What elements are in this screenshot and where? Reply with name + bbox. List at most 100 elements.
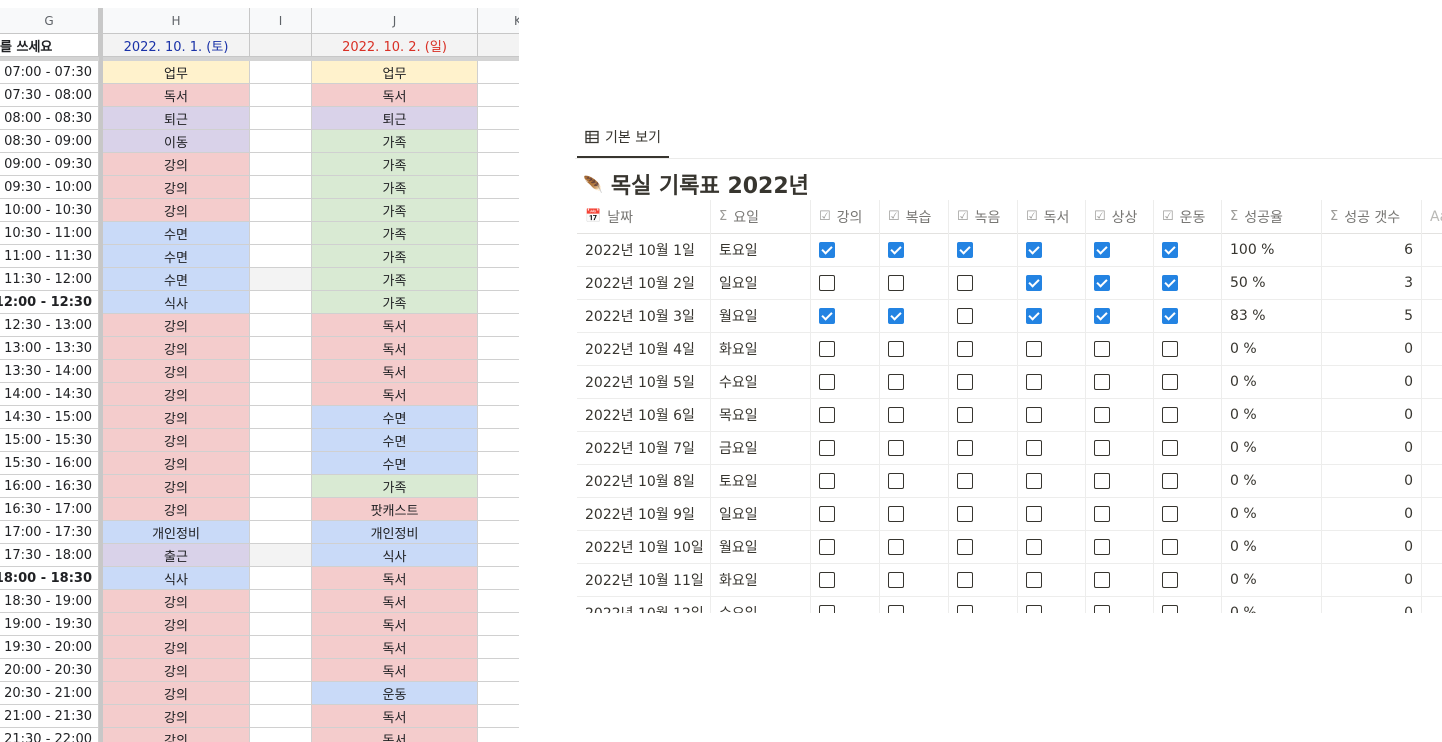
empty-cell-i[interactable] [250, 245, 312, 268]
activity-cell-h[interactable]: 강의 [103, 383, 250, 406]
empty-cell-k[interactable] [478, 544, 519, 567]
checkbox-unchecked[interactable] [1026, 505, 1042, 522]
empty-cell-i[interactable] [250, 590, 312, 613]
weekday-cell[interactable]: 수요일 [711, 596, 811, 613]
empty-cell-i[interactable] [250, 429, 312, 452]
activity-cell-j[interactable]: 수면 [312, 429, 478, 452]
date-cell[interactable]: 2022년 10월 11일 [577, 563, 711, 596]
empty-cell-k[interactable] [478, 199, 519, 222]
success-rate-cell[interactable]: 0 % [1222, 431, 1322, 464]
empty-cell-i[interactable] [250, 107, 312, 130]
empty-cell-i[interactable] [250, 360, 312, 383]
checkbox-cell[interactable] [949, 563, 1018, 596]
checkbox-unchecked[interactable] [1094, 439, 1110, 456]
checkbox-unchecked[interactable] [957, 340, 973, 357]
activity-cell-j[interactable]: 독서 [312, 590, 478, 613]
activity-cell-h[interactable]: 개인정비 [103, 521, 250, 544]
checkbox-unchecked[interactable] [888, 439, 904, 456]
checkbox-cell[interactable] [811, 464, 880, 497]
activity-cell-h[interactable]: 강의 [103, 452, 250, 475]
empty-cell-k[interactable] [478, 84, 519, 107]
activity-cell-j[interactable]: 독서 [312, 84, 478, 107]
activity-cell-j[interactable]: 독서 [312, 360, 478, 383]
checkbox-cell[interactable] [949, 398, 1018, 431]
activity-cell-j[interactable]: 독서 [312, 705, 478, 728]
time-cell[interactable]: 10:30 - 11:00 [0, 222, 99, 245]
checkbox-unchecked[interactable] [957, 571, 973, 588]
empty-cell-k[interactable] [478, 176, 519, 199]
checkbox-cell[interactable] [1018, 299, 1086, 332]
checkbox-cell[interactable] [811, 563, 880, 596]
checkbox-cell[interactable] [811, 299, 880, 332]
activity-cell-h[interactable]: 강의 [103, 429, 250, 452]
checkbox-cell[interactable] [880, 431, 949, 464]
checkbox-cell[interactable] [1154, 530, 1222, 563]
empty-cell-i[interactable] [250, 337, 312, 360]
checkbox-cell[interactable] [1154, 464, 1222, 497]
checkbox-cell[interactable] [1154, 233, 1222, 266]
column-header[interactable]: Aa [1422, 200, 1442, 233]
checkbox-cell[interactable] [880, 563, 949, 596]
checkbox-cell[interactable] [1086, 398, 1154, 431]
checkbox-unchecked[interactable] [888, 340, 904, 357]
checkbox-cell[interactable] [1154, 299, 1222, 332]
checkbox-unchecked[interactable] [1026, 373, 1042, 390]
checkbox-cell[interactable] [880, 530, 949, 563]
checkbox-unchecked[interactable] [957, 439, 973, 456]
success-rate-cell[interactable]: 0 % [1222, 596, 1322, 613]
checkbox-checked[interactable] [1026, 274, 1042, 291]
date-cell[interactable]: 2022년 10월 6일 [577, 398, 711, 431]
weekday-cell[interactable]: 화요일 [711, 563, 811, 596]
checkbox-cell[interactable] [1086, 563, 1154, 596]
checkbox-unchecked[interactable] [819, 274, 835, 291]
checkbox-cell[interactable] [1086, 365, 1154, 398]
success-count-cell[interactable]: 6 [1322, 233, 1422, 266]
empty-cell-k[interactable] [478, 383, 519, 406]
weekday-cell[interactable]: 토요일 [711, 464, 811, 497]
success-count-cell[interactable]: 5 [1322, 299, 1422, 332]
title-cell[interactable] [1422, 299, 1442, 332]
empty-cell-k[interactable] [478, 130, 519, 153]
checkbox-unchecked[interactable] [1026, 406, 1042, 423]
activity-cell-h[interactable]: 강의 [103, 406, 250, 429]
empty-cell-k[interactable] [478, 314, 519, 337]
column-header-g[interactable]: G [0, 8, 99, 34]
column-header[interactable]: ☑ 녹음 [949, 200, 1018, 233]
success-count-cell[interactable]: 0 [1322, 497, 1422, 530]
checkbox-cell[interactable] [811, 596, 880, 613]
checkbox-unchecked[interactable] [1094, 604, 1110, 613]
column-header[interactable]: ☑ 강의 [811, 200, 880, 233]
success-count-cell[interactable]: 0 [1322, 398, 1422, 431]
checkbox-unchecked[interactable] [957, 538, 973, 555]
empty-cell-k[interactable] [478, 475, 519, 498]
activity-cell-j[interactable]: 독서 [312, 383, 478, 406]
empty-cell-k[interactable] [478, 452, 519, 475]
time-cell[interactable]: 08:30 - 09:00 [0, 130, 99, 153]
date-cell[interactable]: 2022년 10월 1일 [577, 233, 711, 266]
activity-cell-h[interactable]: 강의 [103, 314, 250, 337]
empty-cell-k[interactable] [478, 636, 519, 659]
checkbox-cell[interactable] [1154, 365, 1222, 398]
activity-cell-j[interactable]: 퇴근 [312, 107, 478, 130]
column-header-h[interactable]: H [103, 8, 250, 34]
checkbox-cell[interactable] [1154, 563, 1222, 596]
checkbox-unchecked[interactable] [1026, 604, 1042, 613]
empty-cell-i[interactable] [250, 498, 312, 521]
activity-cell-h[interactable]: 수면 [103, 268, 250, 291]
checkbox-unchecked[interactable] [1094, 538, 1110, 555]
time-cell[interactable]: 14:30 - 15:00 [0, 406, 99, 429]
weekday-cell[interactable]: 수요일 [711, 365, 811, 398]
empty-cell-k[interactable] [478, 291, 519, 314]
checkbox-cell[interactable] [880, 464, 949, 497]
empty-cell-k[interactable] [478, 337, 519, 360]
empty-cell-i[interactable] [250, 636, 312, 659]
activity-cell-j[interactable]: 독서 [312, 659, 478, 682]
empty-cell-k[interactable] [478, 613, 519, 636]
time-cell[interactable]: 19:00 - 19:30 [0, 613, 99, 636]
empty-cell-i[interactable] [250, 291, 312, 314]
checkbox-unchecked[interactable] [1162, 340, 1178, 357]
checkbox-unchecked[interactable] [819, 604, 835, 613]
column-header[interactable]: ☑ 복습 [880, 200, 949, 233]
checkbox-cell[interactable] [1018, 596, 1086, 613]
title-cell[interactable] [1422, 365, 1442, 398]
